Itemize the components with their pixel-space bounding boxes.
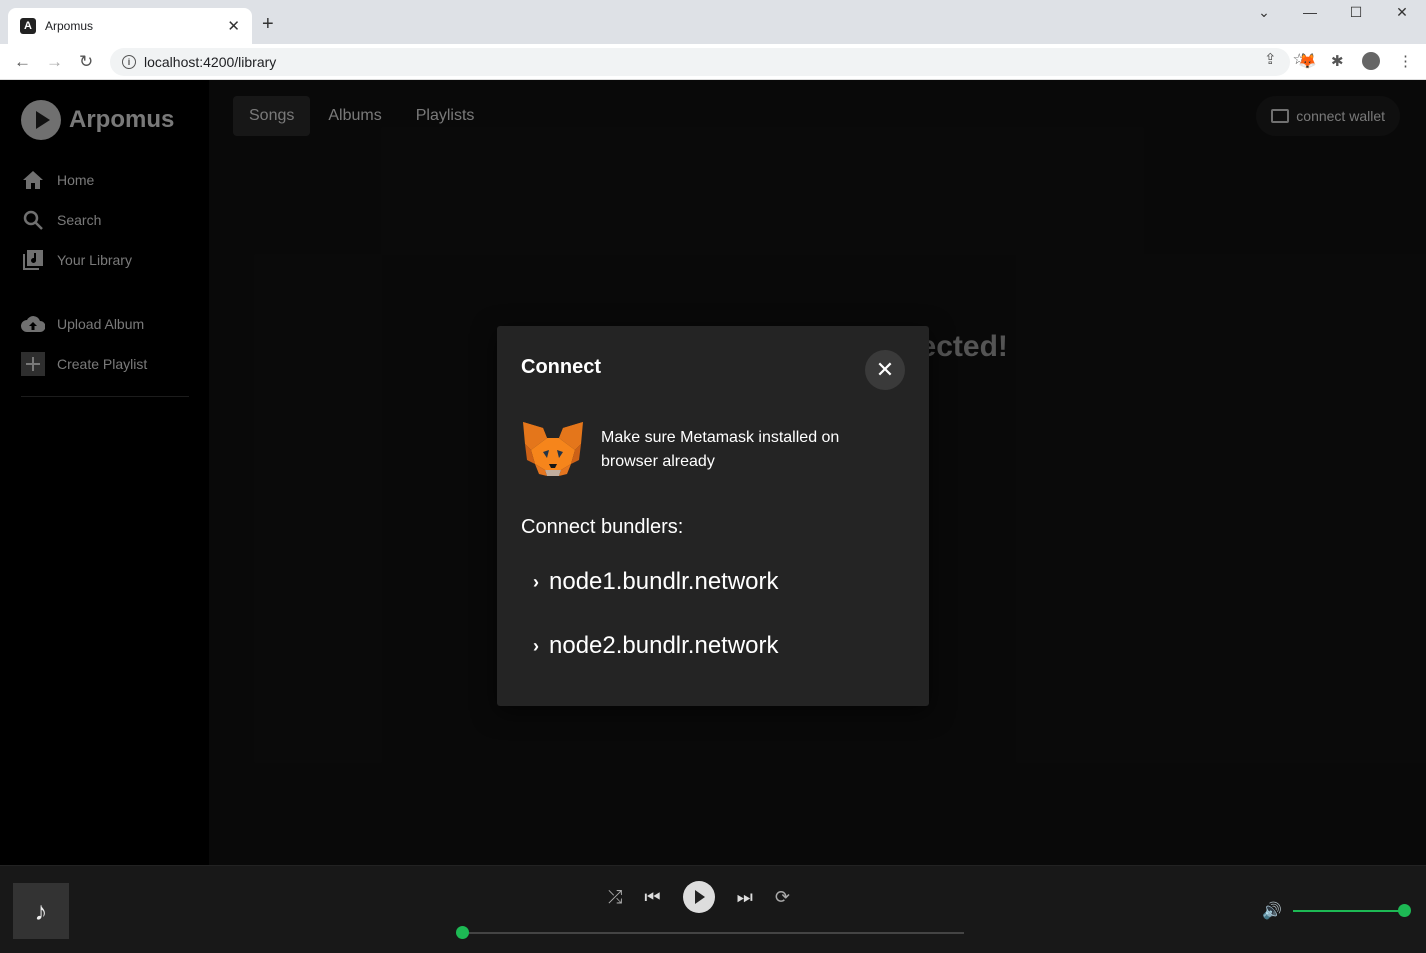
bundler-option-node2[interactable]: › node2.bundlr.network bbox=[533, 632, 779, 660]
previous-icon[interactable]: ⏮ bbox=[644, 887, 660, 908]
volume-icon[interactable]: 🔊 bbox=[1262, 901, 1282, 921]
tab-close-icon[interactable]: ✕ bbox=[227, 17, 240, 35]
bundlers-heading: Connect bundlers: bbox=[521, 516, 684, 538]
address-bar: ← → ↻ i localhost:4200/library ⇪ ☆ bbox=[0, 44, 1426, 80]
site-info-icon[interactable]: i bbox=[122, 55, 136, 69]
shuffle-icon[interactable]: ⤮ bbox=[608, 887, 622, 908]
player-bar: ♪ ⤮ ⏮ ⏭ ⟳ 🔊 bbox=[0, 865, 1426, 953]
tab-title: Arpomus bbox=[45, 19, 94, 33]
bundler-label: node2.bundlr.network bbox=[549, 632, 779, 659]
new-tab-icon[interactable]: + bbox=[262, 14, 274, 34]
minimize-icon[interactable]: — bbox=[1290, 4, 1330, 20]
angular-favicon-icon: A bbox=[20, 18, 36, 34]
bundler-label: node1.bundlr.network bbox=[549, 568, 779, 595]
window-close-icon[interactable]: ✕ bbox=[1382, 4, 1422, 21]
extensions-puzzle-icon[interactable]: ✱ bbox=[1331, 52, 1344, 70]
share-icon[interactable]: ⇪ bbox=[1264, 50, 1277, 68]
metamask-instructions: Make sure Metamask installed on browser … bbox=[601, 429, 840, 470]
reload-icon[interactable]: ↻ bbox=[79, 52, 93, 72]
connect-modal: Connect ✕ Make sure Metamask installed o… bbox=[497, 326, 929, 706]
browser-tab[interactable]: A Arpomus ✕ bbox=[8, 8, 252, 44]
bundler-option-node1[interactable]: › node1.bundlr.network bbox=[533, 568, 779, 596]
metamask-fox-icon bbox=[523, 422, 583, 476]
metamask-extension-icon[interactable]: 🦊 bbox=[1298, 52, 1317, 70]
chevron-right-icon: › bbox=[533, 571, 539, 592]
tab-search-icon[interactable]: ⌄ bbox=[1244, 4, 1284, 21]
repeat-icon[interactable]: ⟳ bbox=[775, 887, 790, 908]
progress-slider[interactable] bbox=[456, 926, 964, 939]
profile-avatar[interactable] bbox=[1362, 52, 1380, 70]
volume-slider[interactable] bbox=[1293, 904, 1411, 917]
volume-handle[interactable] bbox=[1398, 904, 1411, 917]
modal-title: Connect bbox=[521, 356, 601, 378]
playback-controls: ⤮ ⏮ ⏭ ⟳ bbox=[608, 881, 790, 913]
play-button[interactable] bbox=[682, 881, 715, 913]
close-icon[interactable]: ✕ bbox=[865, 350, 905, 390]
forward-icon[interactable]: → bbox=[46, 52, 63, 72]
browser-menu-icon[interactable]: ⋮ bbox=[1398, 52, 1413, 70]
next-icon[interactable]: ⏭ bbox=[737, 887, 753, 908]
browser-tabstrip: A Arpomus ✕ + ⌄ — ☐ ✕ bbox=[0, 0, 1426, 44]
progress-handle[interactable] bbox=[456, 926, 469, 939]
url-text: localhost:4200/library bbox=[144, 54, 277, 70]
url-field[interactable]: i localhost:4200/library bbox=[110, 48, 1290, 76]
chevron-right-icon: › bbox=[533, 635, 539, 656]
maximize-icon[interactable]: ☐ bbox=[1336, 4, 1376, 21]
music-note-icon: ♪ bbox=[13, 883, 69, 939]
back-icon[interactable]: ← bbox=[14, 52, 31, 72]
